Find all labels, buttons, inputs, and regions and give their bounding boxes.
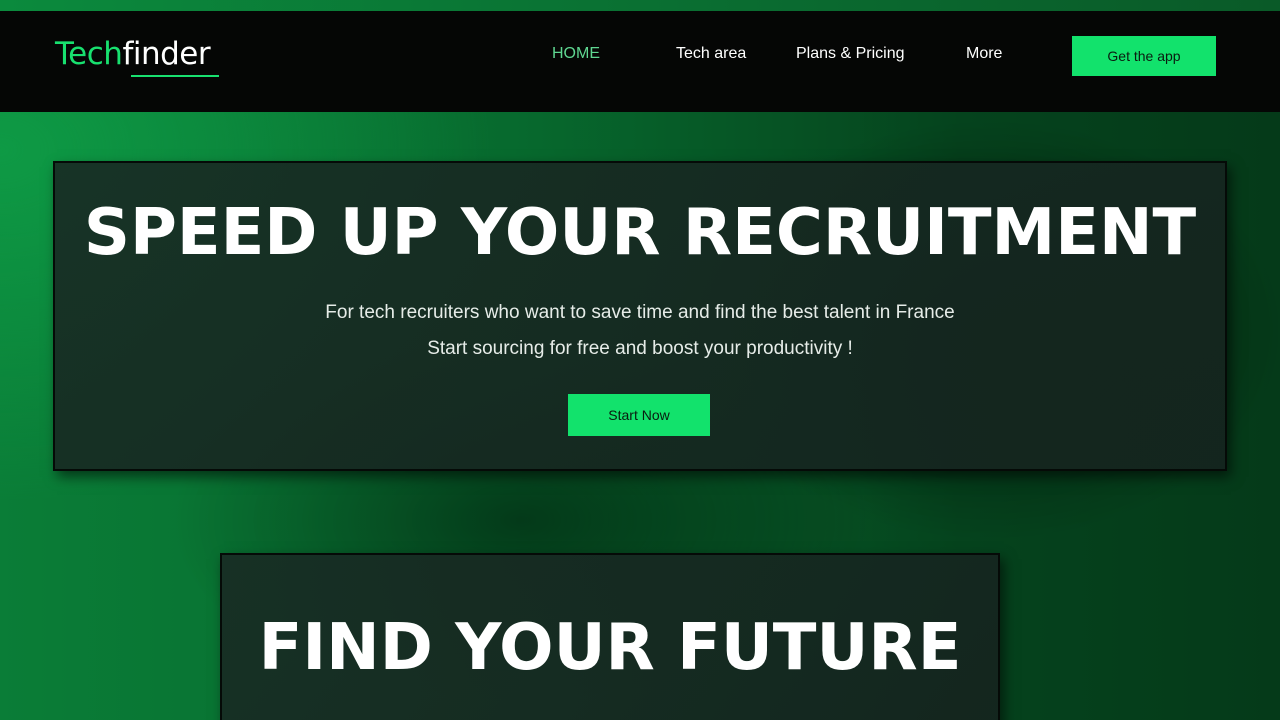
nav-item-home[interactable]: HOME xyxy=(552,45,600,63)
nav-item-more[interactable]: More xyxy=(966,45,1002,63)
nav-item-tech-area[interactable]: Tech area xyxy=(676,45,746,63)
nav-item-plans-pricing[interactable]: Plans & Pricing xyxy=(796,45,905,63)
top-accent-strip xyxy=(0,0,1280,11)
hero-subtitle-1: For tech recruiters who want to save tim… xyxy=(325,302,955,323)
section-title-find-your-future: FIND YOUR FUTURE xyxy=(258,611,962,685)
site-logo[interactable]: Techfinder xyxy=(55,35,219,77)
logo-underline xyxy=(131,75,219,77)
start-now-button[interactable]: Start Now xyxy=(568,394,710,436)
hero-title: SPEED UP YOUR RECRUITMENT xyxy=(83,196,1197,270)
get-the-app-button[interactable]: Get the app xyxy=(1072,36,1216,76)
logo-text-finder: finder xyxy=(122,36,211,72)
site-header: Techfinder HOME Tech area Plans & Pricin… xyxy=(0,11,1280,112)
hero-card: SPEED UP YOUR RECRUITMENT For tech recru… xyxy=(53,161,1227,471)
hero-subtitle-2: Start sourcing for free and boost your p… xyxy=(427,338,853,359)
find-your-future-card: FIND YOUR FUTURE xyxy=(220,553,1000,720)
logo-text-tech: Tech xyxy=(55,36,123,72)
